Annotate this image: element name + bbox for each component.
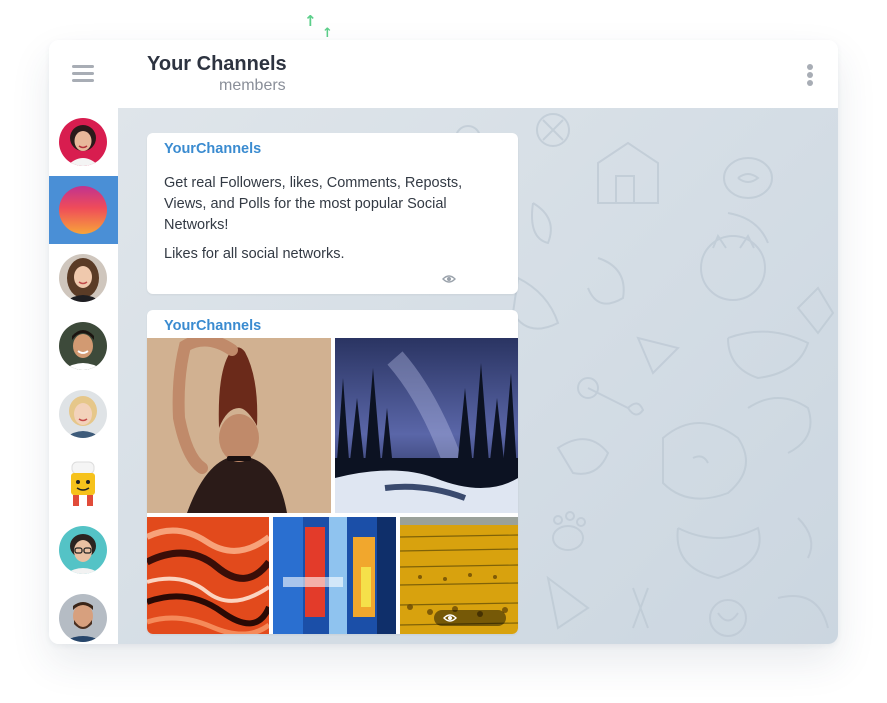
avatar-toy-chef (59, 458, 107, 506)
photo-woman-portrait[interactable] (147, 338, 331, 513)
channel-subtitle: members (219, 77, 286, 94)
avatar-woman-red (59, 118, 107, 166)
chat-item[interactable] (49, 108, 118, 176)
chat-item[interactable] (49, 380, 118, 448)
chat-item[interactable] (49, 448, 118, 516)
up-arrow-icon: ↑ (322, 26, 333, 41)
avatar-woman-brunette (59, 254, 107, 302)
page: ↑ ↑ ↑ ↑ ↑ Your Channels members (0, 0, 887, 703)
avatar-man-dark-hair (59, 322, 107, 370)
up-arrow-icon: ↑ (304, 12, 317, 30)
app-window: Your Channels members YourChannels Get r… (49, 40, 838, 644)
avatar-gradient (59, 186, 107, 234)
avatar-woman-blonde (59, 390, 107, 438)
chat-item[interactable] (49, 516, 118, 584)
kebab-icon[interactable] (806, 64, 814, 86)
photo-abstract-blue-paint[interactable] (273, 517, 396, 634)
avatar-woman-glasses (59, 526, 107, 574)
chat-item[interactable] (49, 584, 118, 644)
channel-title: Your Channels (147, 53, 287, 75)
message-bubble[interactable]: YourChannels Get real Followers, likes, … (147, 133, 518, 294)
chat-item[interactable] (49, 244, 118, 312)
chat-item-active[interactable] (49, 176, 118, 244)
message-text: Get real Followers, likes, Comments, Rep… (164, 173, 494, 273)
chat-area: YourChannels Get real Followers, likes, … (118, 108, 838, 644)
views-badge (434, 610, 506, 626)
message-sender[interactable]: YourChannels (164, 141, 261, 157)
top-bar: Your Channels members (49, 40, 838, 108)
eye-icon (443, 614, 457, 622)
message-paragraph: Get real Followers, likes, Comments, Rep… (164, 175, 463, 233)
eye-icon (442, 275, 456, 283)
avatar-man-bearded (59, 594, 107, 642)
album-message-bubble[interactable]: YourChannels (147, 310, 518, 634)
photo-abstract-orange-waves[interactable] (147, 517, 269, 634)
photo-snowy-forest-night[interactable] (335, 338, 518, 513)
hamburger-icon[interactable] (72, 65, 94, 83)
chat-item[interactable] (49, 312, 118, 380)
message-paragraph: Likes for all social networks. (164, 246, 345, 262)
chat-list (49, 108, 118, 644)
message-sender[interactable]: YourChannels (164, 318, 261, 334)
